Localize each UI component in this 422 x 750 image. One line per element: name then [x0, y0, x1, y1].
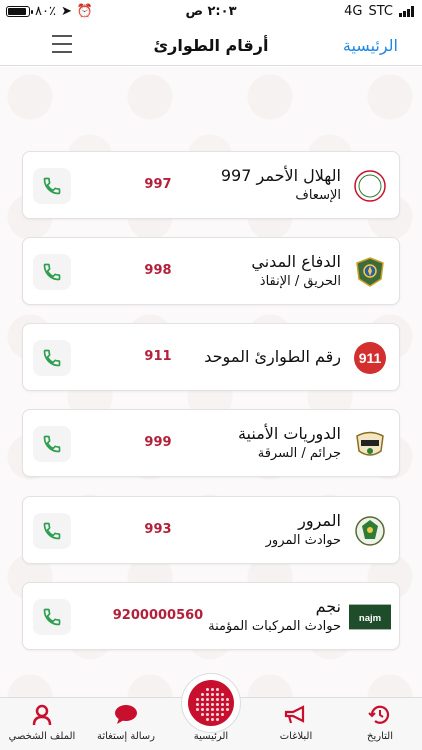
emergency-card-security-patrols[interactable]: 999 الدوريات الأمنية جرائم / السرقة [22, 409, 400, 477]
phone-icon [43, 608, 61, 626]
entry-title: نجم [315, 597, 341, 616]
tab-profile[interactable]: الملف الشخصي [0, 704, 84, 742]
emergency-card-traffic[interactable]: 993 المرور حوادث المرور [22, 496, 400, 564]
red-crescent-logo [349, 169, 391, 203]
entry-texts: الدوريات الأمنية جرائم / السرقة [101, 423, 341, 463]
tab-label: الملف الشخصي [8, 731, 76, 742]
call-button[interactable] [33, 426, 71, 462]
entry-title: الهلال الأحمر 997 [220, 166, 341, 185]
entry-texts: رقم الطوارئ الموحد [101, 346, 341, 368]
entry-subtitle: جرائم / السرقة [257, 446, 341, 461]
phone-icon [43, 177, 61, 195]
entry-subtitle: حوادث المرور [265, 533, 341, 548]
phone-icon [43, 435, 61, 453]
911-logo: 911 [349, 341, 391, 375]
tab-reports[interactable]: البلاغات [254, 704, 338, 742]
entry-title: الدفاع المدني [251, 252, 341, 271]
entry-texts: المرور حوادث المرور [101, 510, 341, 550]
emergency-card-red-crescent[interactable]: 997 الهلال الأحمر 997 الإسعاف [22, 151, 400, 219]
entry-texts: الدفاع المدني الحريق / الإنقاذ [101, 251, 341, 291]
megaphone-icon [284, 705, 305, 724]
traffic-police-logo [349, 514, 391, 548]
tab-distress-message[interactable]: رسالة إستغاثة [84, 704, 168, 742]
call-button[interactable] [33, 340, 71, 376]
entry-subtitle: الإسعاف [295, 188, 341, 203]
tab-label: التاريخ [367, 731, 393, 742]
entry-texts: الهلال الأحمر 997 الإسعاف [101, 165, 341, 205]
call-button[interactable] [33, 599, 71, 635]
nav-bar: أرقام الطوارئ الرئيسية [0, 26, 422, 66]
entry-title: المرور [298, 511, 341, 530]
status-right: 4G STC [344, 4, 414, 19]
entry-texts: نجم حوادث المركبات المؤمنة [101, 596, 341, 636]
home-center-button[interactable] [181, 673, 241, 733]
entry-title: الدوريات الأمنية [237, 424, 341, 443]
tab-label: رسالة إستغاثة [96, 731, 156, 742]
tab-history[interactable]: التاريخ [338, 704, 422, 742]
carrier-name: STC [368, 4, 393, 19]
call-button[interactable] [33, 168, 71, 204]
svg-text:najm: najm [359, 613, 381, 624]
emergency-card-najm[interactable]: 9200000560 نجم حوادث المركبات المؤمنة na… [22, 582, 400, 650]
phone-icon [43, 263, 61, 281]
civil-defense-logo [349, 255, 391, 289]
home-dot-icon [188, 680, 234, 726]
chat-icon [115, 705, 137, 724]
network-type: 4G [344, 4, 363, 19]
emergency-card-unified-911[interactable]: 911 رقم الطوارئ الموحد 911 [22, 323, 400, 391]
status-bar: ٨٠٪ ➤ ⏰ ٢:٠٣ ص 4G STC [0, 0, 422, 26]
home-link[interactable]: الرئيسية [343, 36, 398, 55]
emergency-card-civil-defense[interactable]: 998 الدفاع المدني الحريق / الإنقاذ [22, 237, 400, 305]
najm-logo: najm [349, 600, 391, 634]
history-icon [368, 705, 390, 724]
profile-icon [32, 704, 52, 726]
entry-title: رقم الطوارئ الموحد [204, 347, 341, 366]
phone-icon [43, 522, 61, 540]
svg-text:911: 911 [359, 350, 382, 366]
content-area: 997 الهلال الأحمر 997 الإسعاف 998 الدفاع… [0, 67, 422, 697]
entry-subtitle: الحريق / الإنقاذ [259, 274, 341, 289]
entry-subtitle: حوادث المركبات المؤمنة [208, 619, 341, 634]
call-button[interactable] [33, 254, 71, 290]
phone-icon [43, 349, 61, 367]
call-button[interactable] [33, 513, 71, 549]
security-patrols-logo [349, 427, 391, 461]
signal-icon [399, 6, 414, 17]
tab-label: البلاغات [279, 731, 313, 742]
